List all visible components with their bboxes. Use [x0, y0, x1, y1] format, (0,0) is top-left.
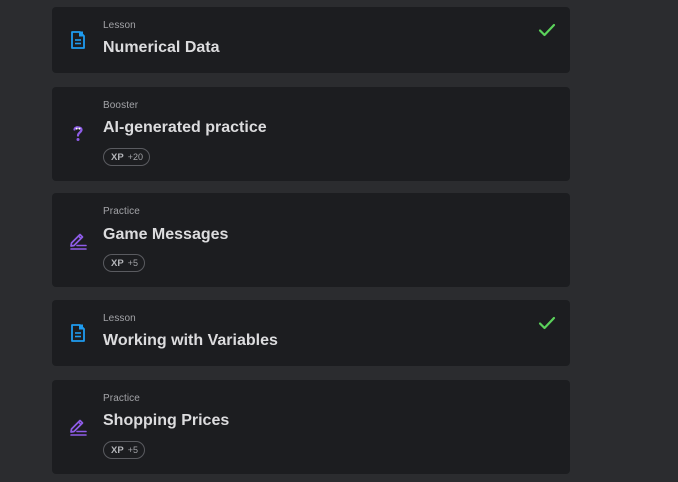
- lesson-card-working-with-variables[interactable]: Lesson Working with Variables: [52, 300, 570, 366]
- xp-badge: XP +20: [103, 148, 150, 166]
- check-icon: [538, 316, 556, 330]
- xp-badge: XP +5: [103, 441, 145, 459]
- xp-label: XP: [111, 444, 124, 456]
- question-mark-icon: [68, 123, 88, 143]
- pencil-lines-icon: [68, 417, 88, 437]
- item-type-label: Practice: [103, 206, 140, 217]
- item-type-label: Practice: [103, 393, 140, 404]
- item-type-label: Lesson: [103, 20, 136, 31]
- practice-card-shopping-prices[interactable]: Practice Shopping Prices XP +5: [52, 380, 570, 474]
- check-icon: [538, 23, 556, 37]
- item-title: AI-generated practice: [103, 119, 267, 136]
- lesson-card-numerical-data[interactable]: Lesson Numerical Data: [52, 7, 570, 73]
- item-type-label: Lesson: [103, 313, 136, 324]
- xp-label: XP: [111, 151, 124, 163]
- practice-card-game-messages[interactable]: Practice Game Messages XP +5: [52, 193, 570, 287]
- item-title: Numerical Data: [103, 39, 220, 56]
- document-icon: [68, 30, 88, 50]
- item-type-label: Booster: [103, 100, 139, 111]
- item-title: Game Messages: [103, 226, 229, 243]
- xp-badge: XP +5: [103, 254, 145, 272]
- xp-value: +5: [127, 445, 138, 455]
- xp-value: +5: [127, 258, 138, 268]
- xp-value: +20: [127, 152, 143, 162]
- item-title: Working with Variables: [103, 332, 278, 349]
- document-icon: [68, 323, 88, 343]
- item-title: Shopping Prices: [103, 412, 230, 429]
- booster-card-ai-generated-practice[interactable]: Booster AI-generated practice XP +20: [52, 87, 570, 181]
- pencil-lines-icon: [68, 231, 88, 251]
- xp-label: XP: [111, 257, 124, 269]
